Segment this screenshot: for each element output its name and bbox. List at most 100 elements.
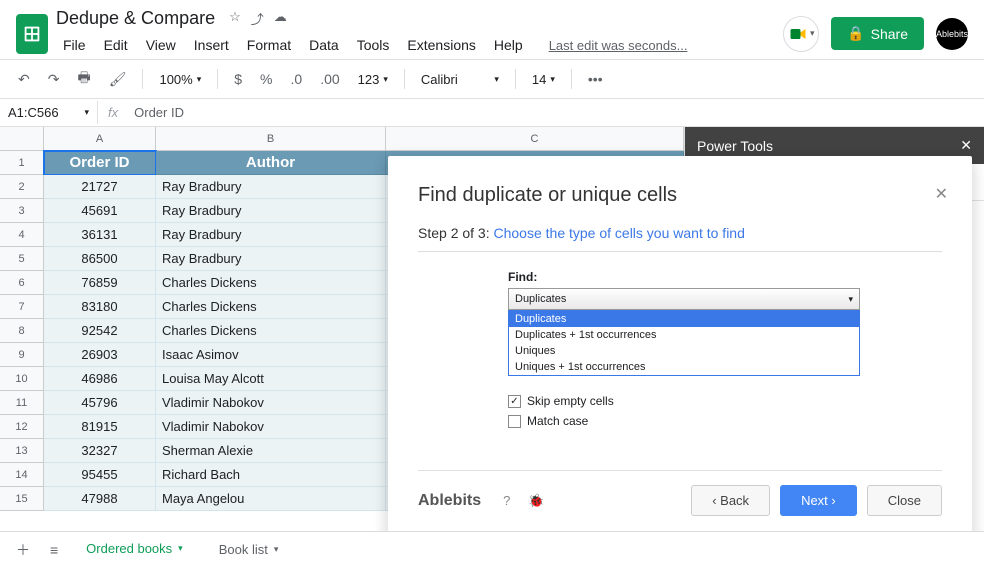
menu-edit[interactable]: Edit <box>97 33 135 57</box>
cell-order-id[interactable]: 45796 <box>44 391 156 415</box>
increase-decimal[interactable]: .00 <box>314 67 345 91</box>
cell-author[interactable]: Ray Bradbury <box>156 175 386 199</box>
zoom-dropdown[interactable]: 100%▾ <box>153 70 207 89</box>
format-percent[interactable]: % <box>254 67 278 91</box>
find-dropdown[interactable]: Duplicates▾ <box>508 288 860 310</box>
cell-author[interactable]: Ray Bradbury <box>156 223 386 247</box>
dropdown-option[interactable]: Duplicates + 1st occurrences <box>509 327 859 343</box>
cell-order-id[interactable]: 95455 <box>44 463 156 487</box>
back-button[interactable]: ‹ Back <box>691 485 770 516</box>
formula-bar[interactable]: Order ID <box>128 101 190 124</box>
sheet-tab-book-list[interactable]: Book list▾ <box>205 534 293 565</box>
row-header[interactable]: 14 <box>0 463 44 487</box>
cell-order-id[interactable]: 46986 <box>44 367 156 391</box>
menu-format[interactable]: Format <box>240 33 298 57</box>
row-header[interactable]: 10 <box>0 367 44 391</box>
cell-order-id[interactable]: 32327 <box>44 439 156 463</box>
font-dropdown[interactable]: Calibri▾ <box>415 70 505 89</box>
cell-order-id[interactable]: 26903 <box>44 343 156 367</box>
cell-author[interactable]: Vladimir Nabokov <box>156 415 386 439</box>
cell-author[interactable]: Louisa May Alcott <box>156 367 386 391</box>
cell-header-author[interactable]: Author <box>156 151 386 175</box>
all-sheets-icon[interactable]: ≡ <box>44 538 64 562</box>
menu-view[interactable]: View <box>139 33 183 57</box>
row-header[interactable]: 11 <box>0 391 44 415</box>
bug-icon[interactable]: 🐞 <box>528 493 544 509</box>
cell-order-id[interactable]: 92542 <box>44 319 156 343</box>
skip-empty-checkbox[interactable]: ✓ <box>508 395 521 408</box>
row-header[interactable]: 9 <box>0 343 44 367</box>
row-header[interactable]: 13 <box>0 439 44 463</box>
cell-order-id[interactable]: 86500 <box>44 247 156 271</box>
cell-order-id[interactable]: 76859 <box>44 271 156 295</box>
row-header[interactable]: 2 <box>0 175 44 199</box>
cell-order-id[interactable]: 47988 <box>44 487 156 511</box>
row-header[interactable]: 12 <box>0 415 44 439</box>
star-icon[interactable]: ☆ <box>229 9 241 28</box>
help-icon[interactable]: ? <box>503 493 510 508</box>
font-size-dropdown[interactable]: 14▾ <box>526 70 561 89</box>
sheet-tab-ordered-books[interactable]: Ordered books▾ <box>72 533 197 566</box>
sheets-logo[interactable] <box>16 14 48 54</box>
close-button[interactable]: Close <box>867 485 942 516</box>
meet-icon[interactable]: ▾ <box>783 16 819 52</box>
paint-format-icon[interactable]: 🖌 <box>103 67 133 92</box>
undo-icon[interactable]: ↶ <box>12 67 36 92</box>
menu-file[interactable]: File <box>56 33 93 57</box>
menu-insert[interactable]: Insert <box>187 33 236 57</box>
decrease-decimal[interactable]: .0 <box>285 67 309 91</box>
cell-order-id[interactable]: 83180 <box>44 295 156 319</box>
cell-order-id[interactable]: 21727 <box>44 175 156 199</box>
close-icon[interactable]: ✕ <box>960 137 972 154</box>
number-format-dropdown[interactable]: 123▾ <box>352 70 394 89</box>
cell-order-id[interactable]: 81915 <box>44 415 156 439</box>
dropdown-option[interactable]: Uniques <box>509 343 859 359</box>
menu-extensions[interactable]: Extensions <box>400 33 482 57</box>
row-header[interactable]: 3 <box>0 199 44 223</box>
next-button[interactable]: Next › <box>780 485 857 516</box>
row-header[interactable]: 7 <box>0 295 44 319</box>
last-edit[interactable]: Last edit was seconds... <box>542 34 695 57</box>
row-header[interactable]: 6 <box>0 271 44 295</box>
cell-author[interactable]: Ray Bradbury <box>156 199 386 223</box>
cloud-icon[interactable]: ☁ <box>274 9 287 28</box>
cell-author[interactable]: Charles Dickens <box>156 319 386 343</box>
select-all-corner[interactable] <box>0 127 44 151</box>
menu-help[interactable]: Help <box>487 33 530 57</box>
match-case-checkbox[interactable] <box>508 415 521 428</box>
dropdown-option[interactable]: Uniques + 1st occurrences <box>509 359 859 375</box>
dropdown-option[interactable]: Duplicates <box>509 311 859 327</box>
cell-author[interactable]: Richard Bach <box>156 463 386 487</box>
toolbar-more[interactable]: ••• <box>582 67 609 91</box>
cell-author[interactable]: Maya Angelou <box>156 487 386 511</box>
name-box[interactable]: A1:C566▾ <box>0 101 98 124</box>
row-header[interactable]: 8 <box>0 319 44 343</box>
cell-author[interactable]: Isaac Asimov <box>156 343 386 367</box>
menu-tools[interactable]: Tools <box>350 33 397 57</box>
cell-order-id[interactable]: 45691 <box>44 199 156 223</box>
col-header-b[interactable]: B <box>156 127 386 151</box>
cell-order-id[interactable]: 36131 <box>44 223 156 247</box>
col-header-c[interactable]: C <box>386 127 684 151</box>
doc-title[interactable]: Dedupe & Compare <box>56 8 215 29</box>
col-header-a[interactable]: A <box>44 127 156 151</box>
move-icon[interactable]: ⤴ <box>251 9 264 28</box>
row-header[interactable]: 1 <box>0 151 44 175</box>
add-sheet-icon[interactable]: ＋ <box>10 536 36 564</box>
row-header[interactable]: 5 <box>0 247 44 271</box>
cell-author[interactable]: Vladimir Nabokov <box>156 391 386 415</box>
cell-author[interactable]: Charles Dickens <box>156 271 386 295</box>
avatar[interactable]: Ablebits <box>936 18 968 50</box>
redo-icon[interactable]: ↷ <box>42 67 66 92</box>
row-header[interactable]: 15 <box>0 487 44 511</box>
print-icon[interactable]: 🖶 <box>71 63 96 95</box>
close-icon[interactable]: ✕ <box>935 184 948 204</box>
row-header[interactable]: 4 <box>0 223 44 247</box>
share-button[interactable]: 🔒 Share <box>831 17 924 50</box>
format-currency[interactable]: $ <box>228 67 248 91</box>
cell-author[interactable]: Ray Bradbury <box>156 247 386 271</box>
menu-data[interactable]: Data <box>302 33 346 57</box>
cell-author[interactable]: Charles Dickens <box>156 295 386 319</box>
cell-author[interactable]: Sherman Alexie <box>156 439 386 463</box>
cell-header-order-id[interactable]: Order ID <box>44 151 156 175</box>
